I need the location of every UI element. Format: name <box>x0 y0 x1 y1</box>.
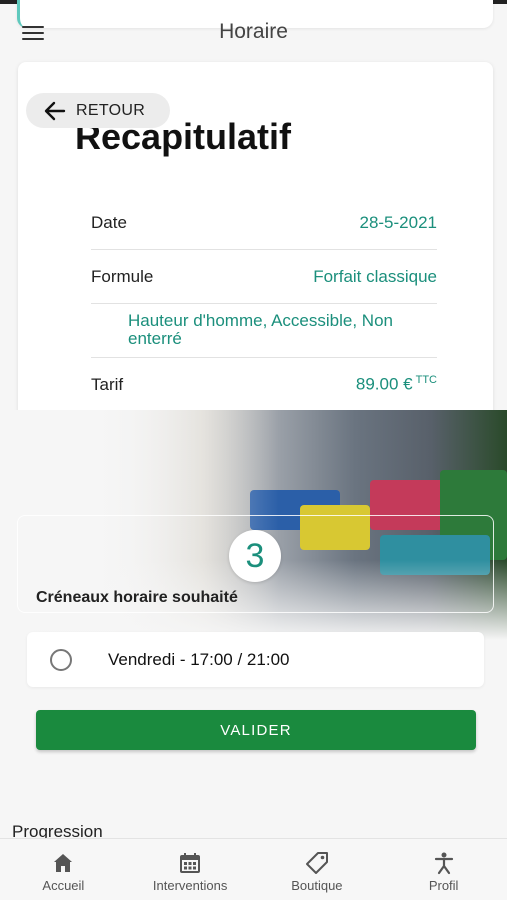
tab-interventions[interactable]: Interventions <box>127 839 254 900</box>
tarif-value: 89.00 € TTC <box>356 374 437 395</box>
radio-button[interactable] <box>50 648 72 671</box>
tab-label: Boutique <box>291 878 343 893</box>
time-slot-label: Vendredi - 17:00 / 21:00 <box>108 649 290 669</box>
tab-profil[interactable]: Profil <box>380 839 507 900</box>
formule-details: Hauteur d'homme, Accessible, Non enterré <box>91 304 437 358</box>
tarif-amount: 89.00 € <box>355 374 413 394</box>
validate-button[interactable]: VALIDER <box>36 710 476 750</box>
calendar-icon <box>180 853 201 873</box>
section-title: Créneaux horaire souhaité <box>36 589 238 606</box>
row-date: Date 28-5-2021 <box>91 196 437 250</box>
date-value: 28-5-2021 <box>359 212 437 232</box>
bottom-tab-bar: Accueil Interventions Boutique Profil <box>0 838 507 900</box>
tab-label: Accueil <box>42 878 85 893</box>
home-icon <box>54 854 73 872</box>
formule-label: Formule <box>91 266 154 286</box>
arrow-left-icon <box>44 101 66 120</box>
person-icon <box>434 852 453 875</box>
tarif-suffix: TTC <box>415 374 437 387</box>
time-slot-option[interactable]: Vendredi - 17:00 / 21:00 <box>27 632 484 687</box>
tag-icon <box>305 852 328 874</box>
back-button-label: RETOUR <box>76 101 146 119</box>
row-formule: Formule Forfait classique <box>91 250 437 304</box>
row-tarif: Tarif 89.00 € TTC <box>91 358 437 412</box>
tab-label: Interventions <box>152 878 228 893</box>
step-number-badge: 3 <box>229 530 281 582</box>
tarif-label: Tarif <box>91 374 124 394</box>
back-button[interactable]: RETOUR <box>26 93 170 128</box>
tab-boutique[interactable]: Boutique <box>254 839 381 900</box>
tab-accueil[interactable]: Accueil <box>0 839 127 900</box>
formule-value: Forfait classique <box>313 266 437 286</box>
page-title: Horaire <box>219 20 288 43</box>
date-label: Date <box>91 212 127 232</box>
tab-label: Profil <box>428 878 459 893</box>
